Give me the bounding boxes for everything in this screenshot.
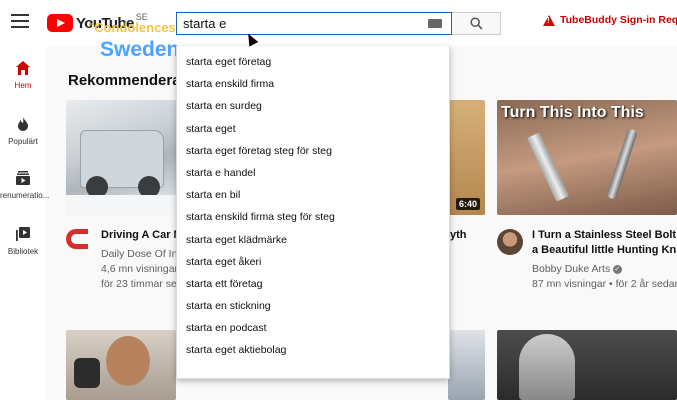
video-channel[interactable]: Bobby Duke Arts [532, 262, 677, 277]
search-input[interactable]: starta e [176, 12, 452, 35]
section-title: Rekommenderat [68, 72, 186, 89]
video-title[interactable]: Driving A Car Ma [101, 228, 177, 243]
video-stats: 87 mn visningar • för 2 år sedan [532, 278, 677, 290]
sidebar-item-library[interactable]: Bibliotek [0, 226, 46, 256]
search-suggestion[interactable]: starta en podcast [177, 317, 449, 339]
channel-avatar[interactable] [66, 229, 92, 253]
search-icon [469, 17, 483, 30]
video-age: för 23 timmar se [101, 278, 177, 290]
tubebuddy-alert[interactable]: TubeBuddy Sign-in Required, C [543, 14, 677, 26]
search-input-value[interactable]: starta e [183, 16, 451, 31]
home-icon [16, 61, 30, 75]
search-suggestion[interactable]: starta eget [177, 118, 449, 140]
video-thumbnail[interactable] [66, 100, 176, 215]
channel-avatar[interactable] [497, 229, 523, 255]
video-thumbnail[interactable]: Turn This Into This [497, 100, 677, 215]
video-stats: 4,6 mn visningar [101, 263, 177, 275]
thumbnail-image [106, 336, 150, 386]
search-suggestion[interactable]: starta en surdeg [177, 95, 449, 117]
thumbnail-image [526, 132, 570, 202]
search-suggestion[interactable]: starta en bil [177, 184, 449, 206]
search-suggestions-dropdown: starta eget företag starta enskild firma… [176, 46, 450, 379]
search-suggestion[interactable]: starta en stickning [177, 295, 449, 317]
channel-logo-icon [66, 229, 88, 249]
search-suggestion[interactable]: starta eget åkeri [177, 251, 449, 273]
hamburger-menu-icon[interactable] [11, 14, 29, 30]
thumbnail-text: Turn This Into This [501, 104, 644, 121]
channel-name[interactable]: Bobby Duke Arts [532, 263, 610, 275]
search-suggestion[interactable]: starta eget företag steg för steg [177, 140, 449, 162]
thumbnail-image [74, 358, 100, 388]
video-channel[interactable]: Daily Dose Of Inte [101, 247, 177, 262]
sidebar-item-label: Hem [14, 81, 32, 90]
thumbnail-text: "Condolences [88, 20, 176, 35]
thumbnail-text: Sweden [100, 38, 180, 61]
sidebar-item-label: Populärt [8, 137, 38, 146]
video-title-line2[interactable]: a Beautiful little Hunting Knife [532, 243, 677, 258]
verified-icon [613, 262, 623, 277]
search-suggestion[interactable]: starta e handel [177, 162, 449, 184]
fire-icon [18, 117, 28, 131]
search-suggestion[interactable]: starta eget aktiebolag [177, 339, 449, 361]
sidebar-item-label: Bibliotek [7, 247, 39, 256]
alert-text: TubeBuddy Sign-in Required, C [560, 14, 677, 26]
thumbnail-image [606, 128, 638, 200]
library-icon [16, 227, 30, 241]
video-thumbnail[interactable] [66, 330, 176, 400]
video-thumbnail[interactable] [497, 330, 677, 400]
thumbnail-detail [66, 195, 176, 215]
sidebar-item-subscriptions[interactable]: renumeratio... [0, 170, 50, 200]
search-suggestion[interactable]: starta enskild firma steg för steg [177, 206, 449, 228]
sidebar-item-home[interactable]: Hem [0, 60, 46, 90]
youtube-play-icon [47, 14, 73, 32]
video-thumbnail[interactable] [448, 330, 485, 400]
video-title[interactable]: I Turn a Stainless Steel Bolt into [532, 228, 677, 243]
search-suggestion[interactable]: starta ett företag [177, 273, 449, 295]
search-suggestion[interactable]: starta eget företag [177, 51, 449, 73]
search-button[interactable] [452, 12, 501, 35]
youtube-page: YouTube SE starta e TubeBuddy Sign-in Re… [0, 0, 677, 400]
search-suggestion[interactable]: starta eget klädmärke [177, 229, 449, 251]
sidebar-item-label: renumeratio... [0, 191, 50, 200]
video-duration: 6:40 [456, 198, 481, 210]
search-suggestion[interactable]: starta enskild firma [177, 73, 449, 95]
video-title[interactable]: yth [450, 228, 480, 243]
keyboard-icon[interactable] [428, 19, 442, 28]
thumbnail-image [519, 334, 575, 400]
subscriptions-icon [16, 171, 30, 185]
warning-icon [543, 14, 555, 26]
sidebar-item-trending[interactable]: Populärt [0, 116, 46, 146]
sidebar: Hem Populärt renumeratio... Bibliotek [0, 46, 50, 400]
